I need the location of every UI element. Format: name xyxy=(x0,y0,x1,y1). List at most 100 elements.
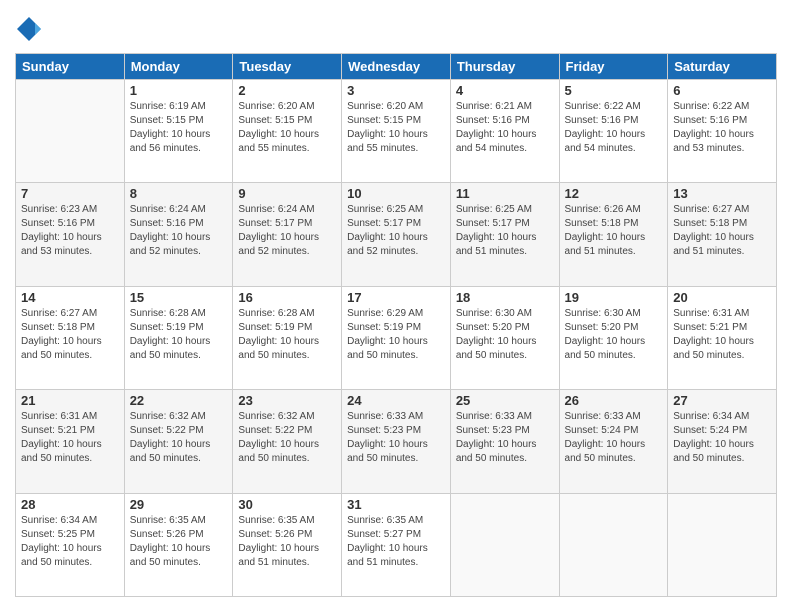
header-cell-saturday: Saturday xyxy=(668,54,777,80)
logo xyxy=(15,15,47,43)
day-number: 24 xyxy=(347,393,445,408)
day-number: 7 xyxy=(21,186,119,201)
day-number: 6 xyxy=(673,83,771,98)
header-cell-thursday: Thursday xyxy=(450,54,559,80)
calendar-cell: 20 Sunrise: 6:31 AM Sunset: 5:21 PM Dayli… xyxy=(668,286,777,389)
day-info: Sunrise: 6:34 AM Sunset: 5:25 PM Dayligh… xyxy=(21,514,119,570)
day-number: 30 xyxy=(238,497,336,512)
day-info: Sunrise: 6:24 AM Sunset: 5:16 PM Dayligh… xyxy=(130,203,228,259)
calendar-cell: 1 Sunrise: 6:19 AM Sunset: 5:15 PM Daylig… xyxy=(124,80,233,183)
day-info: Sunrise: 6:24 AM Sunset: 5:17 PM Dayligh… xyxy=(238,203,336,259)
calendar-table: SundayMondayTuesdayWednesdayThursdayFrid… xyxy=(15,53,777,597)
calendar-week-1: 1 Sunrise: 6:19 AM Sunset: 5:15 PM Daylig… xyxy=(16,80,777,183)
day-info: Sunrise: 6:19 AM Sunset: 5:15 PM Dayligh… xyxy=(130,100,228,156)
calendar-cell: 28 Sunrise: 6:34 AM Sunset: 5:25 PM Dayli… xyxy=(16,493,125,596)
header-cell-sunday: Sunday xyxy=(16,54,125,80)
day-info: Sunrise: 6:35 AM Sunset: 5:26 PM Dayligh… xyxy=(130,514,228,570)
day-info: Sunrise: 6:28 AM Sunset: 5:19 PM Dayligh… xyxy=(238,307,336,363)
day-number: 1 xyxy=(130,83,228,98)
calendar-cell: 14 Sunrise: 6:27 AM Sunset: 5:18 PM Dayli… xyxy=(16,286,125,389)
day-info: Sunrise: 6:33 AM Sunset: 5:23 PM Dayligh… xyxy=(347,410,445,466)
calendar-cell: 16Sunrise: 6:28 AM Sunset: 5:19 PM Dayli… xyxy=(233,286,342,389)
day-info: Sunrise: 6:22 AM Sunset: 5:16 PM Dayligh… xyxy=(673,100,771,156)
day-number: 4 xyxy=(456,83,554,98)
calendar-cell xyxy=(668,493,777,596)
calendar-cell: 24 Sunrise: 6:33 AM Sunset: 5:23 PM Dayli… xyxy=(342,390,451,493)
calendar-week-5: 28 Sunrise: 6:34 AM Sunset: 5:25 PM Dayli… xyxy=(16,493,777,596)
day-info: Sunrise: 6:25 AM Sunset: 5:17 PM Dayligh… xyxy=(456,203,554,259)
day-info: Sunrise: 6:32 AM Sunset: 5:22 PM Dayligh… xyxy=(238,410,336,466)
calendar-cell: 13 Sunrise: 6:27 AM Sunset: 5:18 PM Dayli… xyxy=(668,183,777,286)
calendar-cell: 7 Sunrise: 6:23 AM Sunset: 5:16 PM Daylig… xyxy=(16,183,125,286)
day-info: Sunrise: 6:28 AM Sunset: 5:19 PM Dayligh… xyxy=(130,307,228,363)
day-info: Sunrise: 6:30 AM Sunset: 5:20 PM Dayligh… xyxy=(456,307,554,363)
day-info: Sunrise: 6:29 AM Sunset: 5:19 PM Dayligh… xyxy=(347,307,445,363)
day-info: Sunrise: 6:35 AM Sunset: 5:27 PM Dayligh… xyxy=(347,514,445,570)
calendar-cell: 27 Sunrise: 6:34 AM Sunset: 5:24 PM Dayli… xyxy=(668,390,777,493)
calendar-cell: 23 Sunrise: 6:32 AM Sunset: 5:22 PM Dayli… xyxy=(233,390,342,493)
calendar-cell: 9 Sunrise: 6:24 AM Sunset: 5:17 PM Daylig… xyxy=(233,183,342,286)
day-number: 11 xyxy=(456,186,554,201)
calendar-cell: 22Sunrise: 6:32 AM Sunset: 5:22 PM Dayli… xyxy=(124,390,233,493)
day-number: 2 xyxy=(238,83,336,98)
day-number: 12 xyxy=(565,186,663,201)
header-cell-tuesday: Tuesday xyxy=(233,54,342,80)
day-info: Sunrise: 6:31 AM Sunset: 5:21 PM Dayligh… xyxy=(21,410,119,466)
day-info: Sunrise: 6:22 AM Sunset: 5:16 PM Dayligh… xyxy=(565,100,663,156)
logo-icon xyxy=(15,15,43,43)
day-number: 25 xyxy=(456,393,554,408)
calendar-cell: 5 Sunrise: 6:22 AM Sunset: 5:16 PM Daylig… xyxy=(559,80,668,183)
header-cell-wednesday: Wednesday xyxy=(342,54,451,80)
calendar-cell: 19 Sunrise: 6:30 AM Sunset: 5:20 PM Dayli… xyxy=(559,286,668,389)
calendar-header: SundayMondayTuesdayWednesdayThursdayFrid… xyxy=(16,54,777,80)
calendar-cell: 25Sunrise: 6:33 AM Sunset: 5:23 PM Dayli… xyxy=(450,390,559,493)
day-info: Sunrise: 6:20 AM Sunset: 5:15 PM Dayligh… xyxy=(238,100,336,156)
header-row: SundayMondayTuesdayWednesdayThursdayFrid… xyxy=(16,54,777,80)
calendar-week-4: 21Sunrise: 6:31 AM Sunset: 5:21 PM Dayli… xyxy=(16,390,777,493)
calendar-week-3: 14 Sunrise: 6:27 AM Sunset: 5:18 PM Dayli… xyxy=(16,286,777,389)
day-number: 29 xyxy=(130,497,228,512)
day-info: Sunrise: 6:32 AM Sunset: 5:22 PM Dayligh… xyxy=(130,410,228,466)
day-number: 8 xyxy=(130,186,228,201)
calendar-cell: 31 Sunrise: 6:35 AM Sunset: 5:27 PM Dayli… xyxy=(342,493,451,596)
day-number: 31 xyxy=(347,497,445,512)
day-number: 23 xyxy=(238,393,336,408)
calendar-cell: 11 Sunrise: 6:25 AM Sunset: 5:17 PM Dayli… xyxy=(450,183,559,286)
calendar-cell: 30 Sunrise: 6:35 AM Sunset: 5:26 PM Dayli… xyxy=(233,493,342,596)
day-info: Sunrise: 6:35 AM Sunset: 5:26 PM Dayligh… xyxy=(238,514,336,570)
day-info: Sunrise: 6:30 AM Sunset: 5:20 PM Dayligh… xyxy=(565,307,663,363)
day-info: Sunrise: 6:31 AM Sunset: 5:21 PM Dayligh… xyxy=(673,307,771,363)
calendar-cell xyxy=(559,493,668,596)
day-number: 19 xyxy=(565,290,663,305)
day-info: Sunrise: 6:33 AM Sunset: 5:24 PM Dayligh… xyxy=(565,410,663,466)
day-info: Sunrise: 6:21 AM Sunset: 5:16 PM Dayligh… xyxy=(456,100,554,156)
day-number: 5 xyxy=(565,83,663,98)
day-number: 18 xyxy=(456,290,554,305)
day-info: Sunrise: 6:26 AM Sunset: 5:18 PM Dayligh… xyxy=(565,203,663,259)
calendar-cell: 6 Sunrise: 6:22 AM Sunset: 5:16 PM Daylig… xyxy=(668,80,777,183)
calendar-cell: 4 Sunrise: 6:21 AM Sunset: 5:16 PM Daylig… xyxy=(450,80,559,183)
calendar-page: SundayMondayTuesdayWednesdayThursdayFrid… xyxy=(0,0,792,612)
day-number: 28 xyxy=(21,497,119,512)
calendar-cell: 26Sunrise: 6:33 AM Sunset: 5:24 PM Dayli… xyxy=(559,390,668,493)
calendar-cell xyxy=(16,80,125,183)
calendar-cell: 21Sunrise: 6:31 AM Sunset: 5:21 PM Dayli… xyxy=(16,390,125,493)
day-number: 27 xyxy=(673,393,771,408)
header-cell-friday: Friday xyxy=(559,54,668,80)
day-number: 9 xyxy=(238,186,336,201)
day-number: 10 xyxy=(347,186,445,201)
day-info: Sunrise: 6:34 AM Sunset: 5:24 PM Dayligh… xyxy=(673,410,771,466)
day-number: 13 xyxy=(673,186,771,201)
header xyxy=(15,15,777,43)
calendar-cell: 15 Sunrise: 6:28 AM Sunset: 5:19 PM Dayli… xyxy=(124,286,233,389)
day-info: Sunrise: 6:27 AM Sunset: 5:18 PM Dayligh… xyxy=(21,307,119,363)
calendar-cell: 29 Sunrise: 6:35 AM Sunset: 5:26 PM Dayli… xyxy=(124,493,233,596)
day-info: Sunrise: 6:23 AM Sunset: 5:16 PM Dayligh… xyxy=(21,203,119,259)
calendar-cell: 10Sunrise: 6:25 AM Sunset: 5:17 PM Dayli… xyxy=(342,183,451,286)
day-number: 15 xyxy=(130,290,228,305)
day-info: Sunrise: 6:27 AM Sunset: 5:18 PM Dayligh… xyxy=(673,203,771,259)
calendar-cell: 3Sunrise: 6:20 AM Sunset: 5:15 PM Daylig… xyxy=(342,80,451,183)
day-number: 20 xyxy=(673,290,771,305)
header-cell-monday: Monday xyxy=(124,54,233,80)
day-number: 14 xyxy=(21,290,119,305)
